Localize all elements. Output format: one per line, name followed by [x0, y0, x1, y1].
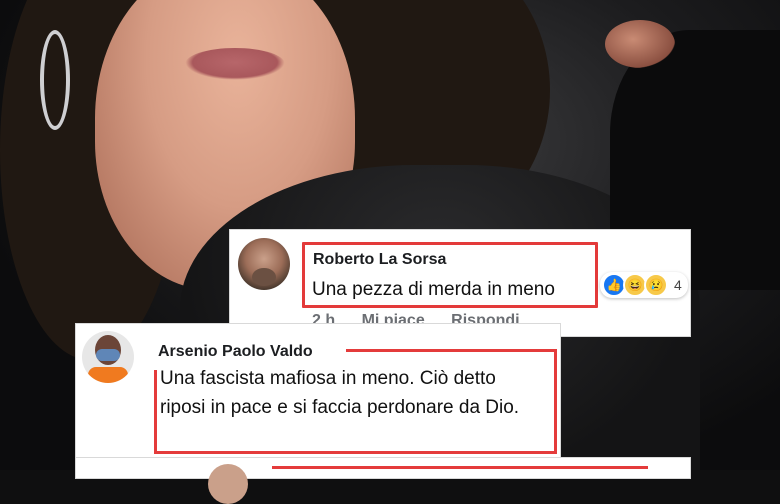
annotation-box: [302, 242, 598, 308]
comment-author[interactable]: Arsenio Paolo Valdo: [158, 343, 313, 361]
reactions-badge[interactable]: 👍 😆 😢 4: [600, 272, 688, 298]
avatar-mask: [96, 349, 120, 361]
annotation-line: [272, 466, 648, 469]
avatar[interactable]: [208, 464, 248, 504]
avatar[interactable]: [82, 331, 134, 383]
annotation-line: [346, 349, 554, 352]
comment-card-partial: [76, 458, 690, 504]
comment-card: Roberto La Sorsa Una pezza di merda in m…: [230, 230, 690, 336]
avatar-vest: [88, 367, 128, 383]
sad-icon: 😢: [644, 273, 668, 297]
avatar[interactable]: [238, 238, 290, 290]
hand: [605, 20, 675, 68]
lips: [185, 48, 285, 80]
comment-text: Una fascista mafiosa in meno. Ciò detto …: [160, 368, 520, 418]
avatar-beard: [252, 268, 276, 286]
comment-card: Arsenio Paolo Valdo Una fascista mafiosa…: [76, 324, 560, 478]
annotation-line: [154, 370, 157, 454]
annotation-line: [154, 451, 557, 454]
earring: [40, 30, 70, 130]
reaction-count: 4: [674, 277, 682, 293]
annotation-line: [554, 349, 557, 451]
